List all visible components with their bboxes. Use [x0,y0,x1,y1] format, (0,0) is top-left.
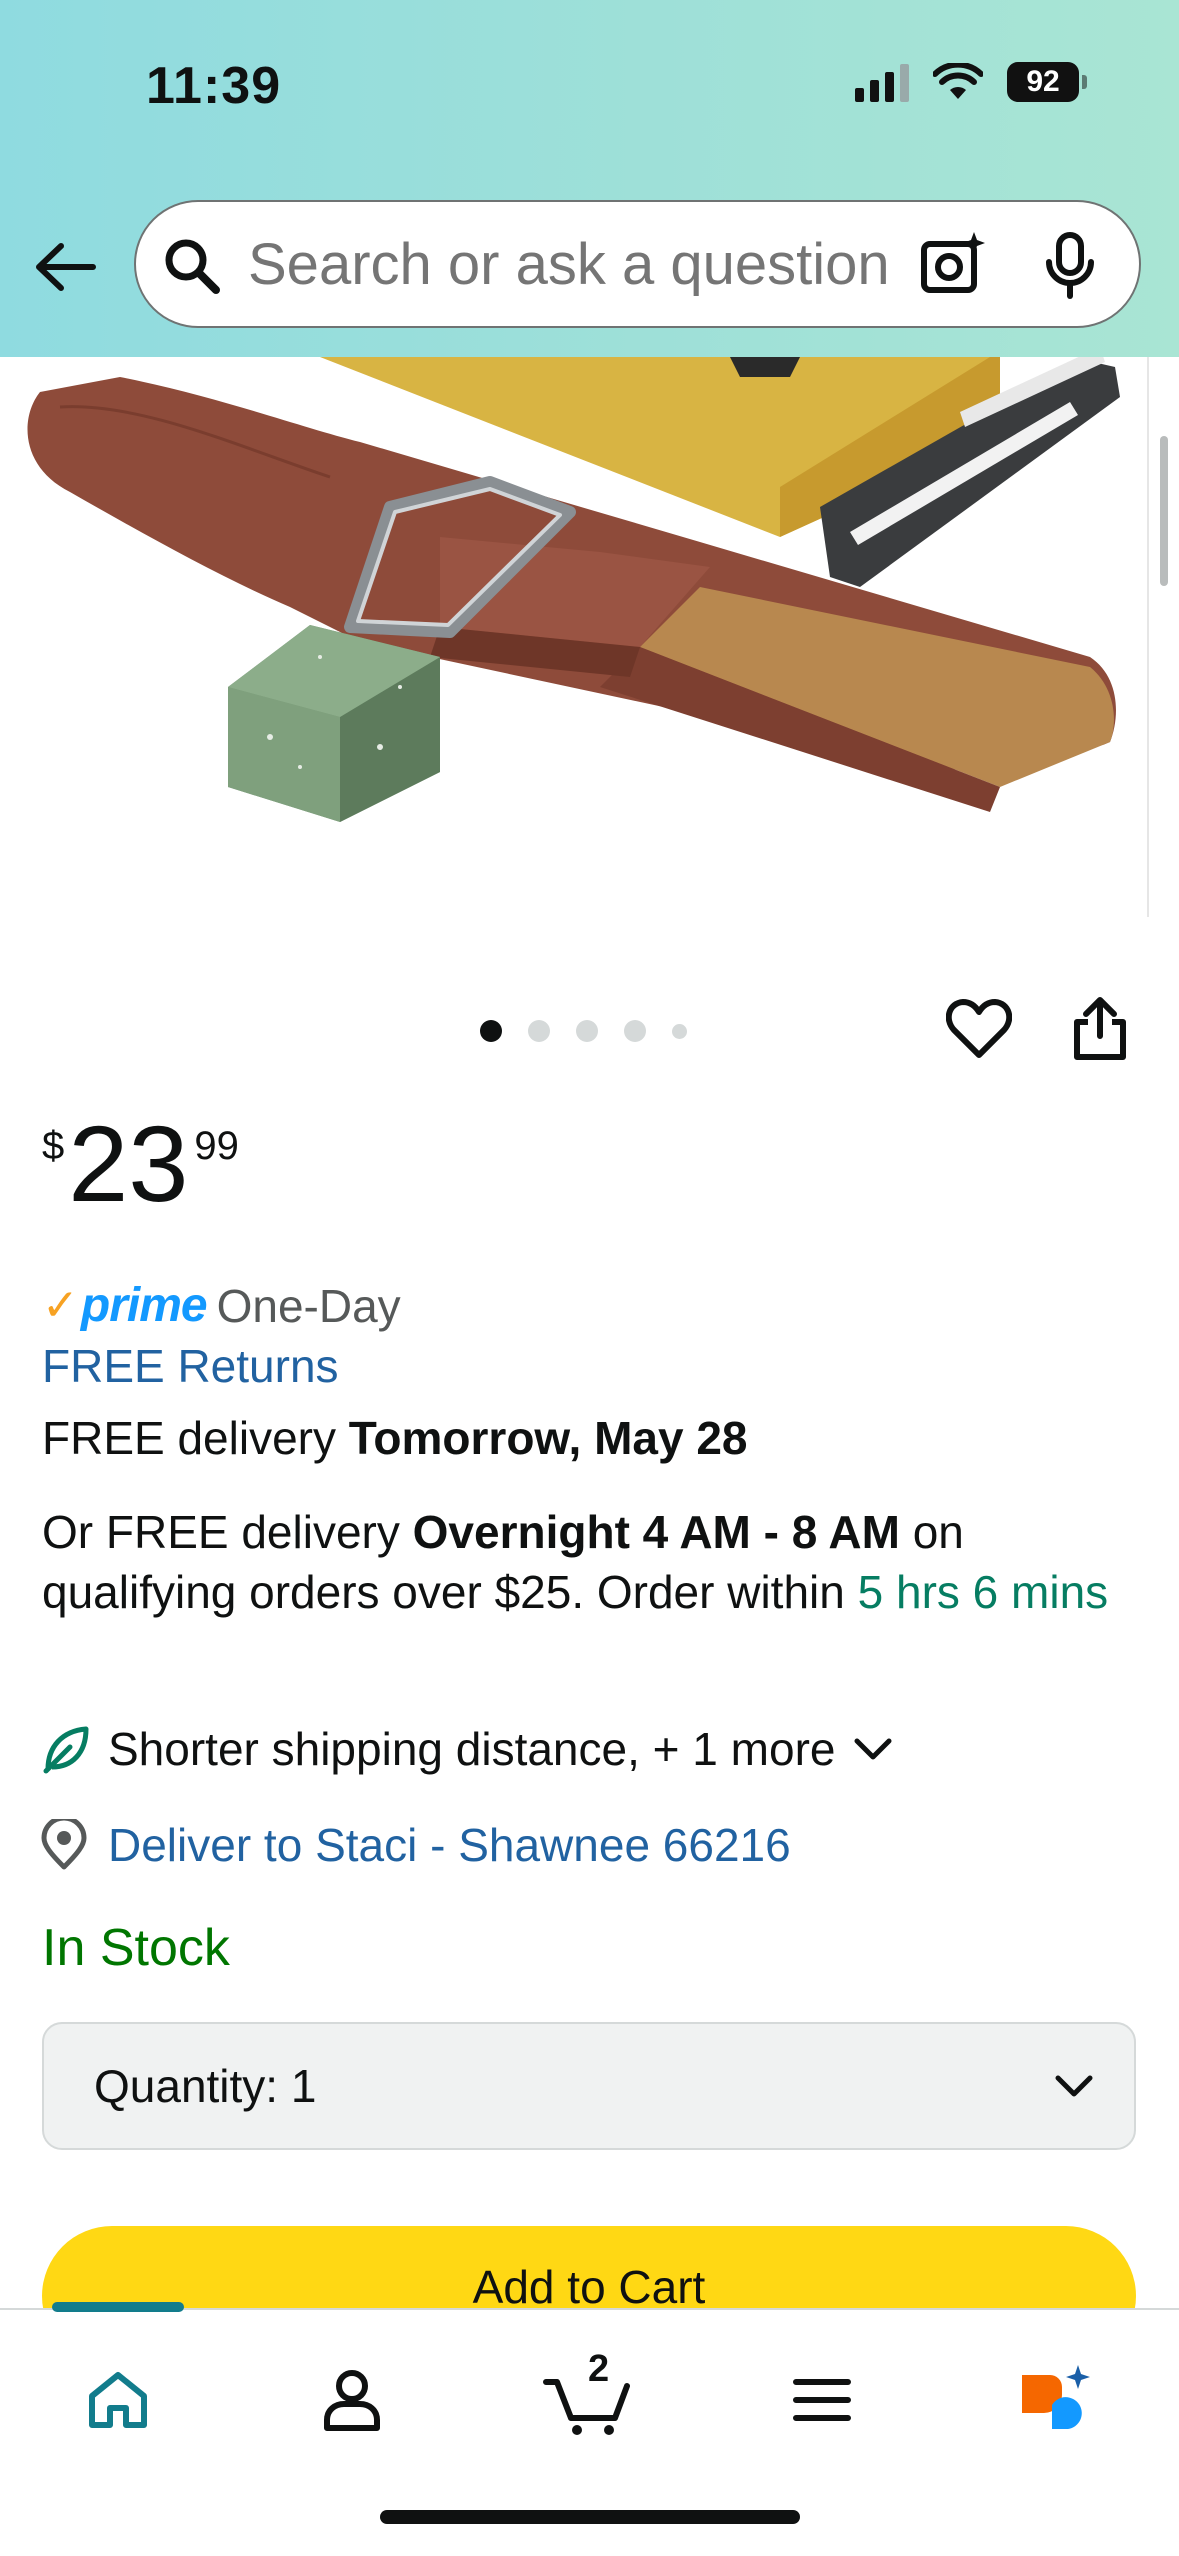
camera-lens-button[interactable] [912,230,988,303]
shipping-note-row[interactable]: Shorter shipping distance, + 1 more [40,1722,895,1776]
home-icon [89,2372,147,2428]
back-button[interactable] [30,232,100,302]
battery-icon: 92 [1007,62,1087,102]
arrow-left-icon [36,243,96,291]
heart-icon [945,999,1013,1058]
price-fraction: 99 [194,1124,239,1168]
product-price: $ 23 99 [42,1110,239,1218]
quantity-select[interactable]: Quantity: 1 [42,2022,1136,2150]
free-delivery-prefix: FREE delivery [42,1412,349,1464]
microphone-button[interactable] [1042,232,1098,305]
carousel-dot[interactable] [624,1020,646,1042]
rufus-ai-icon [1022,2365,1090,2429]
carousel-dot[interactable] [672,1023,687,1039]
free-delivery-line: FREE delivery Tomorrow, May 28 [42,1408,748,1468]
leaf-icon [43,1726,89,1774]
app-header: 11:39 92 [0,0,1179,357]
overnight-window: Overnight 4 AM - 8 AM [412,1506,900,1558]
prime-speed: One-Day [216,1279,401,1332]
nav-active-indicator [52,2302,184,2312]
product-image[interactable] [0,357,1179,917]
price-whole: 23 [68,1103,189,1224]
carousel-dot[interactable] [528,1020,550,1042]
search-bar[interactable] [134,200,1141,328]
share-button[interactable] [1072,996,1128,1067]
deliver-to-row[interactable]: Deliver to Staci - Shawnee 66216 [40,1818,791,1872]
wishlist-button[interactable] [945,998,1013,1065]
scrollbar-thumb[interactable] [1160,436,1168,586]
camera-lens-icon [921,232,985,293]
overnight-prefix: Or FREE delivery [42,1506,413,1558]
nav-menu[interactable] [772,2350,872,2450]
chevron-down-icon [1055,2075,1093,2097]
battery-level: 92 [1026,65,1060,98]
status-time: 11:39 [146,57,282,115]
hamburger-menu-icon [793,2379,851,2421]
carousel-dot[interactable] [576,1020,598,1042]
product-photo [27,357,1149,917]
microphone-icon [1046,232,1094,299]
stock-status: In Stock [42,1919,230,1977]
shipping-note-text: Shorter shipping distance, + 1 more [108,1723,836,1775]
prime-badge: ✓ prime One-Day [42,1278,401,1333]
quantity-label-text: Quantity: [94,2060,279,2112]
prime-logo: prime [80,1279,208,1332]
quantity-value: 1 [290,2060,317,2112]
nav-rufus[interactable] [1006,2350,1106,2450]
nav-home[interactable] [68,2350,168,2450]
quantity-label: Quantity: 1 [94,2059,316,2113]
location-pin-icon [41,1819,87,1870]
person-icon [324,2370,380,2431]
price-symbol: $ [42,1124,65,1168]
share-icon [1074,997,1126,1060]
free-returns-link[interactable]: FREE Returns [42,1336,339,1396]
cellular-signal-icon [855,62,909,102]
chevron-down-icon [854,1738,892,1760]
cart-count-badge: 2 [588,2348,610,2390]
overnight-delivery-text: Or FREE delivery Overnight 4 AM - 8 AM o… [42,1502,1122,1622]
status-icons: 92 [855,62,1087,102]
bottom-nav: 2 [0,2302,1179,2556]
image-carousel-dots[interactable] [480,1020,687,1042]
deliver-to-link[interactable]: Deliver to Staci - Shawnee 66216 [108,1818,791,1872]
search-icon [165,239,220,294]
nav-cart[interactable]: 2 [538,2348,638,2450]
free-delivery-date: Tomorrow, May 28 [348,1412,748,1464]
home-indicator[interactable] [380,2510,800,2524]
order-countdown: 5 hrs 6 mins [857,1566,1109,1618]
wifi-icon [933,63,983,99]
prime-check-icon: ✓ [42,1281,79,1330]
carousel-dot-active[interactable] [480,1020,502,1042]
nav-account[interactable] [302,2350,402,2450]
